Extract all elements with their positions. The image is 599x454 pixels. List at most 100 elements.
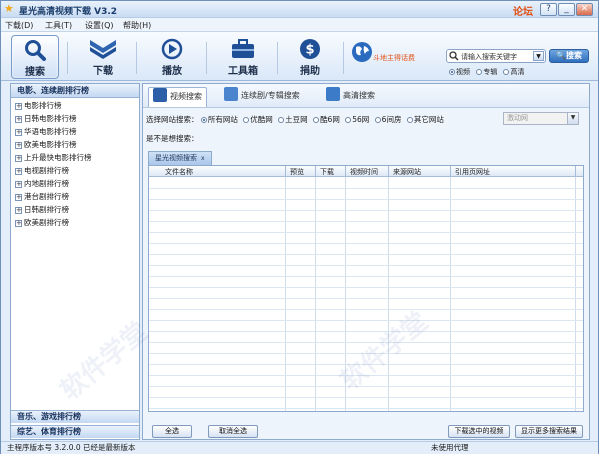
other-site-select[interactable]: 激动网 ▼ <box>503 112 579 125</box>
radio-site-label: 酷6网 <box>320 115 340 124</box>
show-more-results-button[interactable]: 显示更多搜索结果 <box>515 425 583 438</box>
sidebar-item[interactable]: + 欧美剧排行榜 <box>11 217 139 230</box>
column-divider[interactable] <box>450 166 451 177</box>
tab-series-search[interactable]: 连续剧/专辑搜索 <box>224 87 300 107</box>
close-button[interactable]: ✕ <box>576 3 593 16</box>
sidebar-item[interactable]: + 日韩剧排行榜 <box>11 204 139 217</box>
menu-download[interactable]: 下载(D) <box>5 20 33 31</box>
column-download[interactable]: 下载 <box>320 167 334 177</box>
grid-line <box>149 342 583 343</box>
expand-icon[interactable]: + <box>15 142 22 149</box>
main-window: ★ 星光高清视频下载 V3.2 论坛 ? _ □ ✕ 下载(D) 工具(T) 设… <box>0 0 599 454</box>
radio-album[interactable]: 专辑 <box>476 67 497 77</box>
menu-settings[interactable]: 设置(Q) <box>85 20 114 31</box>
radio-site-6rooms[interactable]: 6间房 <box>374 114 401 125</box>
globe-icon[interactable] <box>351 41 373 63</box>
radio-video[interactable]: 视频 <box>449 67 470 77</box>
column-source[interactable]: 来源网站 <box>393 167 421 177</box>
grid-line <box>450 177 451 411</box>
radio-site-youku[interactable]: 优酷网 <box>243 114 273 125</box>
radio-site-tudou[interactable]: 土豆网 <box>278 114 308 125</box>
grid-line <box>149 353 583 354</box>
sidebar-item-label: 欧美剧排行榜 <box>24 218 69 227</box>
grid-line <box>149 397 583 398</box>
tab-video-search[interactable]: 视频搜索 <box>148 87 207 107</box>
sidebar-item[interactable]: + 电影排行榜 <box>11 100 139 113</box>
chevron-down-icon[interactable]: ▼ <box>533 51 544 61</box>
column-divider[interactable] <box>345 166 346 177</box>
search-tabs: 视频搜索 连续剧/专辑搜索 高清搜索 <box>143 84 589 108</box>
sidebar-header-variety[interactable]: 综艺、体育排行榜 <box>11 425 139 438</box>
menu-tools[interactable]: 工具(T) <box>45 20 72 31</box>
column-duration[interactable]: 视频时间 <box>350 167 378 177</box>
toolbox-icon <box>232 39 254 58</box>
deselect-all-button[interactable]: 取消全选 <box>208 425 258 438</box>
sidebar-item[interactable]: + 上升最快电影排行榜 <box>11 152 139 165</box>
sidebar-item[interactable]: + 华语电影排行榜 <box>11 126 139 139</box>
column-divider[interactable] <box>388 166 389 177</box>
sidebar-item[interactable]: + 港台剧排行榜 <box>11 191 139 204</box>
menu-help[interactable]: 帮助(H) <box>123 20 151 31</box>
grid-line <box>149 298 583 299</box>
column-divider[interactable] <box>285 166 286 177</box>
results-table[interactable]: 文件名称 预览 下载 视频时间 来源网站 引用页网址 <box>148 165 584 412</box>
radio-site-label: 土豆网 <box>285 115 308 124</box>
search-button[interactable]: 🔍搜索 <box>549 49 589 63</box>
toolbar-search-button[interactable]: 搜索 <box>11 35 59 79</box>
sidebar-item[interactable]: + 欧美电影排行榜 <box>11 139 139 152</box>
select-all-button[interactable]: 全选 <box>152 425 192 438</box>
column-divider[interactable] <box>575 166 576 177</box>
radio-site-other[interactable]: 其它网站 <box>406 114 444 125</box>
game-promo-link[interactable]: 斗地主得话费 <box>373 53 415 63</box>
expand-icon[interactable]: + <box>15 181 22 188</box>
tab-hd-search[interactable]: 高清搜索 <box>326 87 375 107</box>
sidebar-item[interactable]: + 电视剧排行榜 <box>11 165 139 178</box>
toolbar-play-button[interactable]: 播放 <box>148 35 196 79</box>
toolbar-download-button[interactable]: 下载 <box>79 35 127 79</box>
radio-site-ku6[interactable]: 酷6网 <box>313 114 340 125</box>
expand-icon[interactable]: + <box>15 168 22 175</box>
minimize-button[interactable]: _ <box>558 3 575 16</box>
expand-icon[interactable]: + <box>15 103 22 110</box>
status-bar: 主程序版本号 3.2.0.0 已经是最新版本 未使用代理 <box>1 441 598 454</box>
close-icon[interactable]: x <box>201 155 205 162</box>
toolbar-toolbox-button[interactable]: 工具箱 <box>217 35 269 79</box>
forum-link[interactable]: 论坛 <box>513 3 533 18</box>
result-tab-label: 星光视频搜索 <box>155 154 197 162</box>
search-input[interactable]: 请输入搜索关键字 ▼ <box>446 49 546 63</box>
grid-line <box>149 254 583 255</box>
column-preview[interactable]: 预览 <box>290 167 304 177</box>
radio-site-all[interactable]: 所有网站 <box>200 114 238 125</box>
search-icon: 🔍 <box>556 51 566 60</box>
download-selected-button[interactable]: 下载选中的视频 <box>448 425 510 438</box>
toolbar-donate-button[interactable]: $ 捐助 <box>286 35 334 79</box>
other-site-value: 激动网 <box>507 114 528 122</box>
column-divider[interactable] <box>315 166 316 177</box>
radio-site-56[interactable]: 56网 <box>345 114 369 125</box>
sidebar-item-label: 欧美电影排行榜 <box>24 140 77 149</box>
column-filename[interactable]: 文件名称 <box>165 167 193 177</box>
sidebar-header-music[interactable]: 音乐、游戏排行榜 <box>11 410 139 423</box>
expand-icon[interactable]: + <box>15 129 22 136</box>
grid-line <box>149 386 583 387</box>
toolbar-divider <box>206 42 207 74</box>
expand-icon[interactable]: + <box>15 207 22 214</box>
toolbar-divider <box>277 42 278 74</box>
proxy-status: 未使用代理 <box>431 443 469 452</box>
app-title: 星光高清视频下载 V3.2 <box>19 7 118 17</box>
sidebar-item[interactable]: + 内地剧排行榜 <box>11 178 139 191</box>
expand-icon[interactable]: + <box>15 116 22 123</box>
column-ref-url[interactable]: 引用页网址 <box>455 167 490 177</box>
radio-hd[interactable]: 高清 <box>503 67 524 77</box>
radio-icon <box>200 117 207 123</box>
sidebar-header-movies[interactable]: 电影、连续剧排行榜 <box>11 84 139 98</box>
grid-line <box>149 331 583 332</box>
expand-icon[interactable]: + <box>15 155 22 162</box>
expand-icon[interactable]: + <box>15 194 22 201</box>
chevron-down-icon[interactable]: ▼ <box>567 113 578 124</box>
sidebar-item[interactable]: + 日韩电影排行榜 <box>11 113 139 126</box>
expand-icon[interactable]: + <box>15 220 22 227</box>
help-button[interactable]: ? <box>540 3 557 16</box>
result-tab[interactable]: 星光视频搜索 x <box>148 151 212 165</box>
results-header: 文件名称 预览 下载 视频时间 来源网站 引用页网址 <box>149 166 583 177</box>
